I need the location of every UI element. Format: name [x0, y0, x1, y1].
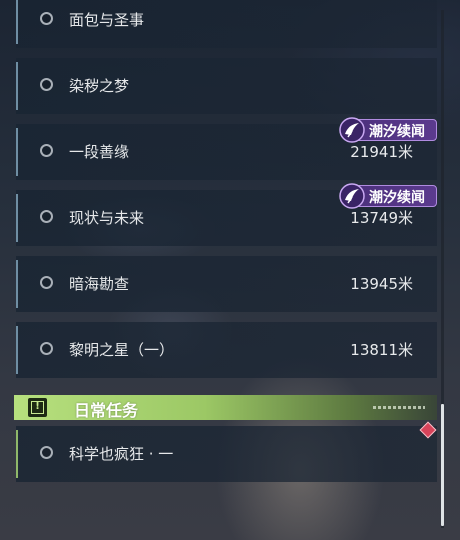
row-accent-bar — [16, 128, 18, 176]
header-decoration — [373, 406, 425, 409]
quest-row-science-madness[interactable]: 科学也疯狂 · 一 — [16, 426, 437, 482]
tide-tale-icon — [339, 183, 365, 209]
section-title: 日常任务 — [74, 401, 139, 420]
quest-radio-icon — [40, 276, 53, 289]
tide-tale-icon — [339, 117, 365, 143]
quest-name: 一段善缘 — [69, 143, 130, 161]
quest-name: 面包与圣事 — [69, 11, 145, 29]
quest-name: 暗海勘查 — [69, 275, 130, 293]
row-accent-bar — [16, 194, 18, 242]
quest-radio-icon — [40, 144, 53, 157]
row-accent-bar — [16, 260, 18, 308]
row-accent-bar — [16, 62, 18, 110]
quest-distance: 13811米 — [350, 341, 413, 359]
tide-tale-tag: 潮汐续闻 — [339, 117, 437, 143]
tide-tale-tag: 潮汐续闻 — [339, 183, 437, 209]
quest-name: 黎明之星（一） — [69, 341, 175, 359]
row-accent-bar — [16, 430, 18, 478]
quest-distance: 13945米 — [350, 275, 413, 293]
quest-radio-icon — [40, 12, 53, 25]
quest-radio-icon — [40, 342, 53, 355]
quest-radio-icon — [40, 446, 53, 459]
quest-row-good-karma[interactable]: 一段善缘 21941米 潮汐续闻 — [16, 117, 437, 180]
row-accent-bar — [16, 0, 18, 44]
tag-label: 潮汐续闻 — [369, 190, 425, 206]
daily-quests-header[interactable]: ! 日常任务 — [14, 395, 437, 420]
quest-radio-icon — [40, 210, 53, 223]
quest-row-present-and-future[interactable]: 现状与未来 13749米 潮汐续闻 — [16, 183, 437, 246]
quest-row-dark-sea-survey[interactable]: 暗海勘查 13945米 — [16, 256, 437, 312]
quest-distance: 21941米 — [350, 143, 413, 161]
quest-name: 科学也疯狂 · 一 — [69, 445, 174, 463]
quest-radio-icon — [40, 78, 53, 91]
tag-label: 潮汐续闻 — [369, 124, 425, 140]
quest-row-tainted-dream[interactable]: 染秽之梦 — [16, 58, 437, 114]
quest-row-bread-and-sacrament[interactable]: 面包与圣事 — [16, 0, 437, 48]
quest-name: 染秽之梦 — [69, 77, 130, 95]
quest-row-star-of-dawn[interactable]: 黎明之星（一） 13811米 — [16, 322, 437, 378]
quest-name: 现状与未来 — [69, 209, 145, 227]
row-accent-bar — [16, 326, 18, 374]
exclamation-icon: ! — [28, 398, 47, 417]
quest-distance: 13749米 — [350, 209, 413, 227]
scrollbar-thumb[interactable] — [441, 404, 444, 526]
quest-panel: 面包与圣事 染秽之梦 一段善缘 21941米 潮汐续闻 现状与未来 13749米… — [0, 0, 460, 540]
